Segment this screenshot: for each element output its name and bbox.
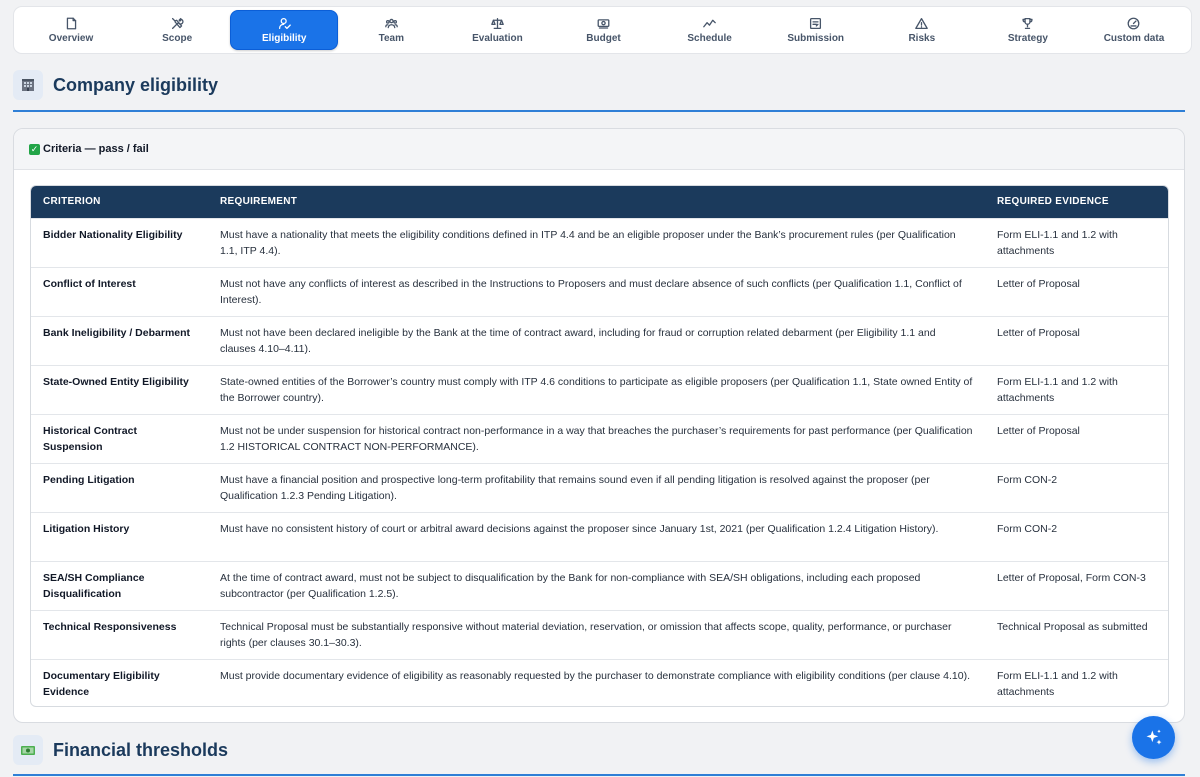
requirement-cell: Must have a financial position and prosp… (220, 473, 930, 502)
criterion-cell: Bidder Nationality Eligibility (43, 228, 183, 241)
criterion-cell: Bank Ineligibility / Debarment (43, 326, 191, 339)
section-title: Company eligibility (53, 74, 219, 95)
user-check-icon (278, 17, 291, 29)
tab-strategy[interactable]: Strategy (975, 10, 1081, 50)
card-header[interactable]: ✓ Criteria — pass / fail (14, 129, 1184, 170)
requirement-cell: Must have a nationality that meets the e… (220, 228, 956, 257)
tab-label: Custom data (1103, 32, 1165, 44)
money-icon (597, 18, 610, 29)
criterion-cell: Pending Litigation (43, 473, 135, 486)
requirement-cell: Must not have any conflicts of interest … (220, 277, 962, 306)
section-divider (13, 110, 1185, 112)
tab-eligibility[interactable]: Eligibility (230, 10, 339, 50)
tab-bar: Overview Scope Eligibility Team Evaluati… (13, 6, 1192, 54)
criteria-card: ✓ Criteria — pass / fail CRITERION REQUI… (13, 128, 1185, 723)
tab-label: Overview (48, 32, 94, 44)
section-title: Financial thresholds (53, 739, 229, 760)
tab-label: Submission (787, 32, 845, 44)
tab-evaluation[interactable]: Evaluation (444, 10, 550, 50)
tab-label: Budget (586, 32, 621, 44)
table-header-row: CRITERION REQUIREMENT REQUIRED EVIDENCE (31, 186, 1168, 218)
section-header-company-eligibility: Company eligibility (13, 70, 218, 100)
sparkle-icon (1146, 729, 1161, 745)
building-icon (13, 70, 43, 100)
evidence-cell: Letter of Proposal, Form CON-3 (997, 571, 1146, 584)
criteria-table-container: CRITERION REQUIREMENT REQUIRED EVIDENCE … (30, 185, 1169, 707)
table-row: Documentary Eligibility Evidence Must pr… (31, 659, 1168, 706)
requirement-cell: State-owned entities of the Borrower’s c… (220, 375, 973, 404)
evidence-cell: Technical Proposal as submitted (997, 620, 1148, 633)
requirement-cell: At the time of contract award, must not … (220, 571, 921, 600)
criterion-cell: Documentary Eligibility Evidence (43, 669, 160, 698)
criterion-cell: Technical Responsiveness (43, 620, 177, 633)
tab-overview[interactable]: Overview (18, 10, 124, 50)
trend-icon (703, 19, 716, 27)
warning-icon (915, 17, 929, 29)
evidence-cell: Letter of Proposal (997, 326, 1080, 339)
requirement-cell: Must not be under suspension for histori… (220, 424, 973, 453)
requirement-cell: Must have no consistent history of court… (220, 522, 939, 535)
criterion-cell: Litigation History (43, 522, 130, 535)
table-row: Technical Responsiveness Technical Propo… (31, 610, 1168, 659)
tab-label: Evaluation (472, 32, 523, 44)
tab-label: Team (378, 32, 405, 44)
tab-budget[interactable]: Budget (550, 10, 656, 50)
card-title: Criteria — pass / fail (43, 143, 149, 155)
table-row: SEA/SH Compliance Disqualification At th… (31, 561, 1168, 610)
form-icon (810, 17, 822, 29)
evidence-cell: Letter of Proposal (997, 424, 1080, 437)
table-row: Historical Contract Suspension Must not … (31, 414, 1168, 463)
column-header-criterion[interactable]: CRITERION (31, 186, 208, 218)
criterion-cell: Historical Contract Suspension (43, 424, 137, 453)
table-row: Bank Ineligibility / Debarment Must not … (31, 316, 1168, 365)
table-row: Litigation History Must have no consiste… (31, 512, 1168, 561)
team-icon (384, 18, 398, 28)
criterion-cell: Conflict of Interest (43, 277, 136, 290)
table-row: State-Owned Entity Eligibility State-own… (31, 365, 1168, 414)
tab-label: Schedule (687, 32, 732, 44)
tools-icon (171, 17, 184, 29)
column-header-requirement[interactable]: REQUIREMENT (208, 186, 985, 218)
table-row: Bidder Nationality Eligibility Must have… (31, 218, 1168, 267)
evidence-cell: Letter of Proposal (997, 277, 1080, 290)
evidence-cell: Form ELI-1.1 and 1.2 with attachments (997, 669, 1118, 698)
tab-team[interactable]: Team (338, 10, 444, 50)
tab-submission[interactable]: Submission (763, 10, 869, 50)
tab-scope[interactable]: Scope (124, 10, 230, 50)
tab-custom-data[interactable]: Custom data (1081, 10, 1187, 50)
evidence-cell: Form CON-2 (997, 473, 1058, 486)
evidence-cell: Form ELI-1.1 and 1.2 with attachments (997, 228, 1118, 257)
tab-label: Scope (162, 32, 193, 44)
tab-risks[interactable]: Risks (869, 10, 975, 50)
evidence-cell: Form CON-2 (997, 522, 1058, 535)
table-row: Conflict of Interest Must not have any c… (31, 267, 1168, 316)
tab-schedule[interactable]: Schedule (657, 10, 763, 50)
trophy-icon (1022, 17, 1034, 29)
criteria-table: CRITERION REQUIREMENT REQUIRED EVIDENCE … (31, 186, 1168, 706)
evidence-cell: Form ELI-1.1 and 1.2 with attachments (997, 375, 1118, 404)
requirement-cell: Technical Proposal must be substantially… (220, 620, 952, 649)
criterion-cell: SEA/SH Compliance Disqualification (43, 571, 145, 600)
table-row: Pending Litigation Must have a financial… (31, 463, 1168, 512)
criterion-cell: State-Owned Entity Eligibility (43, 375, 189, 388)
ai-assistant-button[interactable] (1132, 716, 1175, 759)
check-icon: ✓ (29, 143, 40, 155)
tab-label: Risks (908, 32, 936, 44)
scale-icon (491, 17, 504, 29)
gauge-icon (1128, 17, 1140, 29)
column-header-evidence[interactable]: REQUIRED EVIDENCE (985, 186, 1168, 218)
section-divider (13, 774, 1185, 776)
section-header-financial-thresholds: Financial thresholds (13, 735, 228, 765)
tab-label: Eligibility (262, 32, 307, 44)
tab-label: Strategy (1007, 32, 1048, 44)
document-icon (66, 17, 76, 29)
requirement-cell: Must provide documentary evidence of eli… (220, 669, 970, 682)
requirement-cell: Must not have been declared ineligible b… (220, 326, 936, 355)
cash-icon (13, 735, 43, 765)
